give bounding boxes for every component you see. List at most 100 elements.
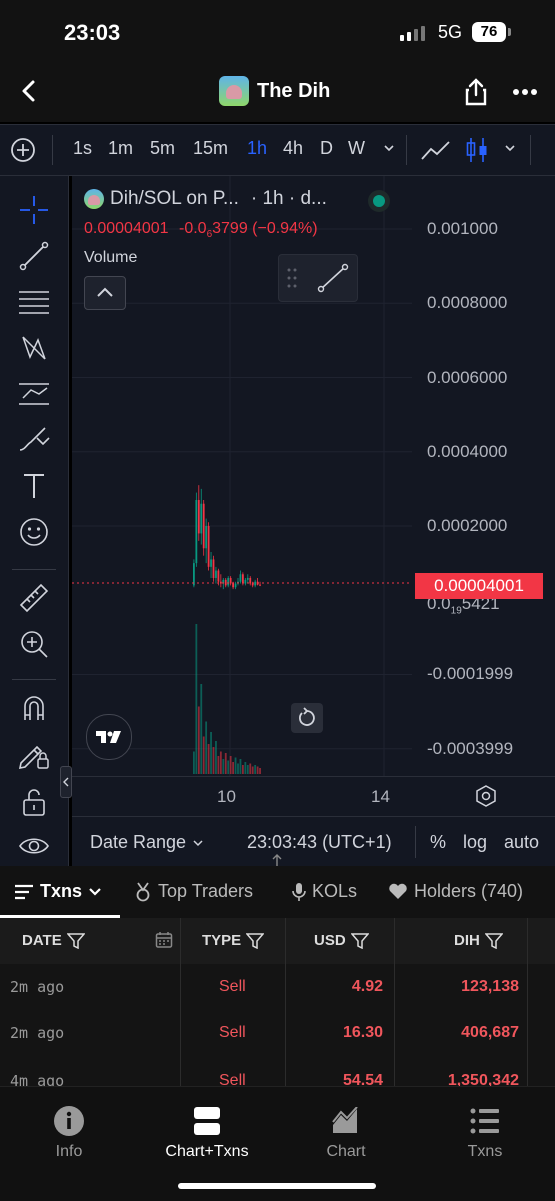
chevron-down-icon[interactable] [382, 141, 396, 160]
floating-drawing-toolbar[interactable] [278, 254, 358, 302]
price-chart[interactable]: Dih/SOL on P... · 1h · d... 0.00004001 -… [72, 176, 555, 866]
legend-symbol: Dih/SOL on P... [110, 188, 239, 209]
volume-bar [217, 756, 220, 774]
candle-body [229, 577, 232, 584]
fib-lines-icon[interactable] [0, 280, 68, 324]
emoji-icon[interactable] [0, 510, 68, 554]
column-type[interactable]: TYPE [202, 932, 265, 949]
x-tick-14: 14 [371, 787, 390, 806]
auto-scale-toggle[interactable]: auto [504, 832, 539, 853]
candle-body [217, 570, 220, 582]
back-icon[interactable] [14, 76, 44, 106]
date-range-button[interactable]: Date Range [90, 832, 204, 853]
table-row[interactable]: 2m ago Sell 4.92 123,138 [0, 964, 555, 1011]
log-scale-toggle[interactable]: log [463, 832, 487, 853]
y-tick-label: -0.0003999 [427, 738, 514, 758]
candle-body [207, 526, 210, 567]
trend-line-icon[interactable] [0, 234, 68, 278]
lock-drawing-icon[interactable] [0, 732, 68, 776]
timeframe-4h[interactable]: 4h [283, 138, 303, 159]
x-tick-10: 10 [217, 787, 236, 806]
tradingview-logo-icon[interactable] [86, 714, 132, 760]
volume-bar [197, 706, 200, 774]
area-chart-icon [332, 1107, 358, 1133]
timeframe-5m[interactable]: 5m [150, 138, 175, 159]
percent-scale-toggle[interactable]: % [430, 832, 446, 853]
collapse-toolbar-handle[interactable] [60, 766, 72, 798]
tab-top-traders[interactable]: Top Traders [134, 881, 253, 902]
table-row[interactable]: 4m ago Sell 54.54 1,350,342 [0, 1056, 555, 1087]
nav-txns[interactable]: Txns [425, 1105, 545, 1161]
token-name: The Dih [257, 79, 331, 102]
timeframe-1s[interactable]: 1s [73, 138, 92, 159]
drag-handle-icon [287, 268, 297, 288]
line-chart-icon[interactable] [420, 137, 452, 168]
nav-info[interactable]: Info [9, 1105, 129, 1161]
timeframe-15m[interactable]: 15m [193, 138, 228, 159]
chart-settings-icon[interactable] [474, 784, 498, 813]
app-header: The Dih [0, 62, 555, 122]
unlock-icon[interactable] [0, 780, 68, 824]
y-tick-label: -0.0001999 [427, 664, 514, 684]
timeframe-d[interactable]: D [320, 138, 333, 159]
list-icon [470, 1108, 499, 1134]
ruler-icon[interactable] [0, 576, 68, 620]
nav-chart-txns[interactable]: Chart+Txns [147, 1105, 267, 1161]
share-icon[interactable] [460, 76, 492, 108]
text-tool-icon[interactable] [0, 464, 68, 508]
volume-bar [229, 756, 232, 774]
column-date[interactable]: DATE [22, 932, 85, 949]
candle-body [227, 577, 230, 586]
filter-icon [66, 932, 85, 949]
forecast-icon[interactable] [0, 372, 68, 416]
zoom-in-icon[interactable] [0, 622, 68, 666]
timeframe-1h[interactable]: 1h [247, 138, 267, 159]
candle-body [215, 570, 217, 578]
volume-bar [249, 763, 252, 774]
menu-lines-icon [15, 884, 33, 899]
candle-body [224, 579, 227, 586]
column-usd[interactable]: USD [314, 932, 369, 949]
more-dots-icon[interactable] [510, 80, 542, 104]
volume-bar [251, 766, 254, 774]
current-price-tag: 0.00004001 [415, 573, 543, 599]
collapse-legend-button[interactable] [84, 276, 126, 310]
candle-body [234, 583, 237, 588]
tab-txns[interactable]: Txns [14, 881, 102, 902]
reset-chart-button[interactable] [291, 703, 323, 733]
magnet-icon[interactable] [0, 686, 68, 730]
nav-chart[interactable]: Chart [286, 1105, 406, 1161]
candle-body [242, 574, 244, 584]
filter-icon [246, 932, 265, 949]
column-dih[interactable]: DIH [454, 932, 503, 949]
candles-icon[interactable] [464, 135, 490, 170]
table-row[interactable]: 2m ago Sell 16.30 406,687 [0, 1010, 555, 1057]
eye-icon[interactable] [0, 824, 68, 868]
candle-body [197, 500, 200, 534]
volume-bar [239, 759, 242, 774]
volume-bar [215, 741, 217, 774]
chart-time[interactable]: 23:03:43 (UTC+1) [247, 832, 392, 853]
crosshair-icon[interactable] [0, 188, 68, 232]
volume-bar [205, 721, 208, 774]
battery-icon: 76 [472, 22, 511, 42]
add-indicator-icon[interactable] [10, 137, 36, 168]
volume-bar [259, 768, 261, 774]
volume-label: Volume [84, 249, 138, 266]
tab-kols[interactable]: KOLs [292, 881, 357, 902]
candle-body [251, 583, 254, 586]
brush-icon[interactable] [0, 418, 68, 462]
y-tick-label: 0.0004000 [427, 441, 508, 461]
drawing-toolbar [0, 176, 72, 868]
timeframe-w[interactable]: W [348, 138, 365, 159]
chevron-down-icon[interactable] [503, 141, 517, 160]
pattern-icon[interactable] [0, 326, 68, 370]
calendar-icon[interactable] [155, 931, 173, 954]
y-tick-label: 0.0008000 [427, 293, 508, 313]
tab-holders[interactable]: Holders (740) [388, 881, 555, 902]
volume-bar [200, 684, 203, 774]
timeframe-1m[interactable]: 1m [108, 138, 133, 159]
candle-body [200, 503, 203, 534]
token-title: The Dih [219, 76, 330, 106]
market-status-indicator [368, 190, 390, 212]
